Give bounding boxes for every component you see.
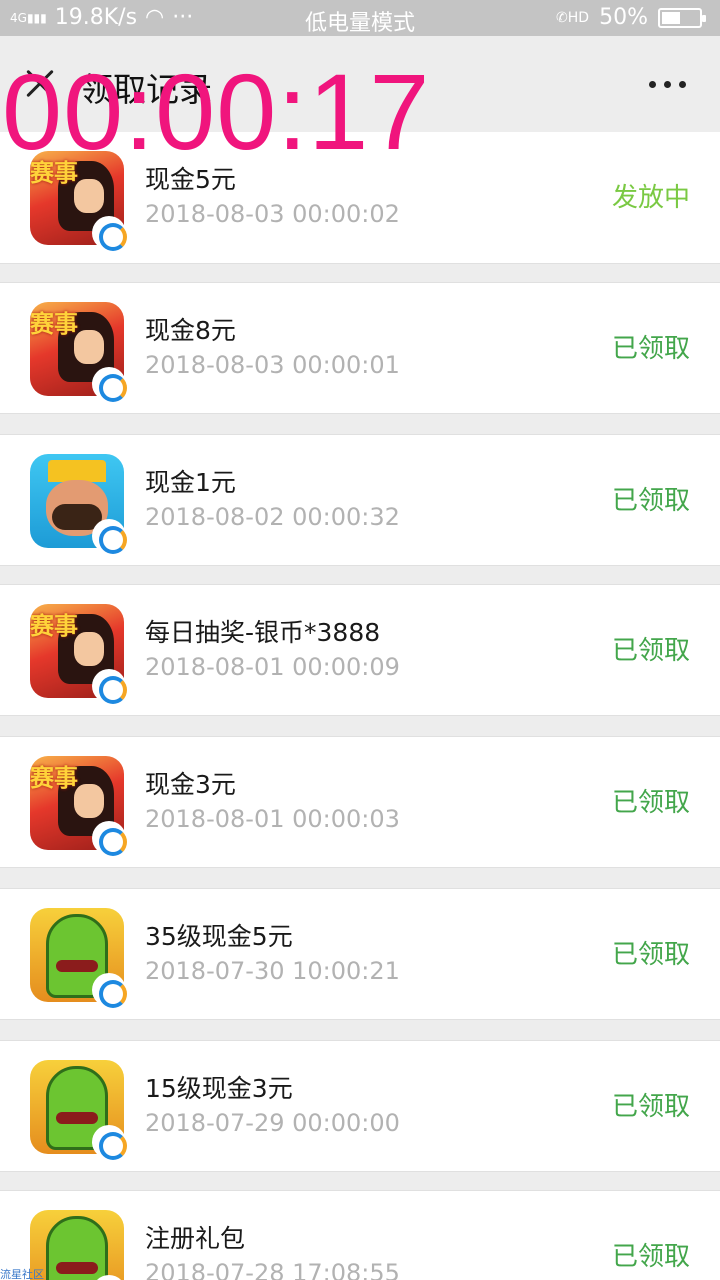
record-title: 35级现金5元 [145, 922, 293, 951]
network-speed: 19.8K/s [54, 5, 138, 30]
icon-art [74, 784, 104, 818]
record-date: 2018-08-01 00:00:09 [145, 653, 400, 681]
wifi-icon: ◠ [145, 5, 165, 30]
hd-label: HD [567, 9, 590, 26]
tencent-badge-icon [92, 367, 127, 402]
more-dot [679, 81, 686, 88]
record-title: 现金1元 [145, 468, 236, 497]
more-notifications: ··· [172, 5, 194, 30]
icon-art: 赛事 [30, 764, 78, 792]
record-row[interactable]: 赛事 现金3元 2018-08-01 00:00:03 已领取 [0, 736, 720, 868]
record-row[interactable]: 35级现金5元 2018-07-30 10:00:21 已领取 [0, 888, 720, 1020]
tencent-badge-icon [92, 1125, 127, 1160]
icon-art: 赛事 [30, 612, 78, 640]
record-title: 现金3元 [145, 770, 236, 799]
icon-art [74, 179, 104, 213]
record-date: 2018-07-30 10:00:21 [145, 957, 400, 985]
icon-art: 赛事 [30, 310, 78, 338]
record-status: 已领取 [611, 636, 690, 666]
record-row[interactable]: 现金1元 2018-08-02 00:00:32 已领取 [0, 434, 720, 566]
more-dot [649, 81, 656, 88]
record-status: 已领取 [611, 1092, 690, 1122]
record-status: 已领取 [611, 486, 690, 516]
icon-art [56, 960, 98, 972]
record-date: 2018-07-28 17:08:55 [145, 1259, 400, 1280]
record-title: 15级现金3元 [145, 1074, 293, 1103]
record-row[interactable]: 注册礼包 2018-07-28 17:08:55 已领取 [0, 1190, 720, 1280]
tencent-badge-icon [92, 519, 127, 554]
status-bar: 4G▮▮▮ 19.8K/s ◠ ··· 低电量模式 ✆HD 50% [0, 0, 720, 36]
tencent-badge-icon [92, 216, 127, 251]
watermark: 流星社区 [0, 1268, 44, 1280]
battery-percent: 50% [599, 5, 648, 30]
network-type: 4G [10, 10, 27, 25]
record-status: 发放中 [611, 183, 690, 213]
icon-art [56, 1262, 98, 1274]
record-date: 2018-08-03 00:00:02 [145, 200, 400, 228]
tencent-badge-icon [92, 669, 127, 704]
recording-timer: 00:00:17 [2, 51, 431, 172]
more-menu-button[interactable] [649, 81, 686, 88]
record-title: 每日抽奖-银币*3888 [145, 618, 381, 647]
record-date: 2018-08-02 00:00:32 [145, 503, 400, 531]
record-date: 2018-08-01 00:00:03 [145, 805, 400, 833]
battery-fill [662, 11, 680, 24]
signal-icon: 4G▮▮▮ [10, 10, 47, 25]
record-row[interactable]: 赛事 每日抽奖-银币*3888 2018-08-01 00:00:09 已领取 [0, 584, 720, 716]
record-date: 2018-07-29 00:00:00 [145, 1109, 400, 1137]
status-right: ✆HD 50% [556, 5, 706, 30]
more-dot [664, 81, 671, 88]
record-status: 已领取 [611, 940, 690, 970]
record-status: 已领取 [611, 788, 690, 818]
cactus-game-icon [30, 1210, 124, 1280]
icon-art [74, 632, 104, 666]
tencent-badge-icon [92, 821, 127, 856]
hd-call-icon: ✆HD [556, 9, 590, 26]
record-title: 注册礼包 [145, 1224, 246, 1253]
record-row[interactable]: 赛事 现金8元 2018-08-03 00:00:01 已领取 [0, 282, 720, 414]
record-title: 现金8元 [145, 316, 236, 345]
icon-art [74, 330, 104, 364]
tencent-badge-icon [92, 973, 127, 1008]
record-status: 已领取 [611, 334, 690, 364]
icon-art [48, 460, 106, 482]
status-left: 4G▮▮▮ 19.8K/s ◠ ··· [10, 5, 193, 30]
record-row[interactable]: 15级现金3元 2018-07-29 00:00:00 已领取 [0, 1040, 720, 1172]
record-date: 2018-08-03 00:00:01 [145, 351, 400, 379]
icon-art [56, 1112, 98, 1124]
record-status: 已领取 [611, 1242, 690, 1272]
battery-icon [658, 7, 706, 28]
